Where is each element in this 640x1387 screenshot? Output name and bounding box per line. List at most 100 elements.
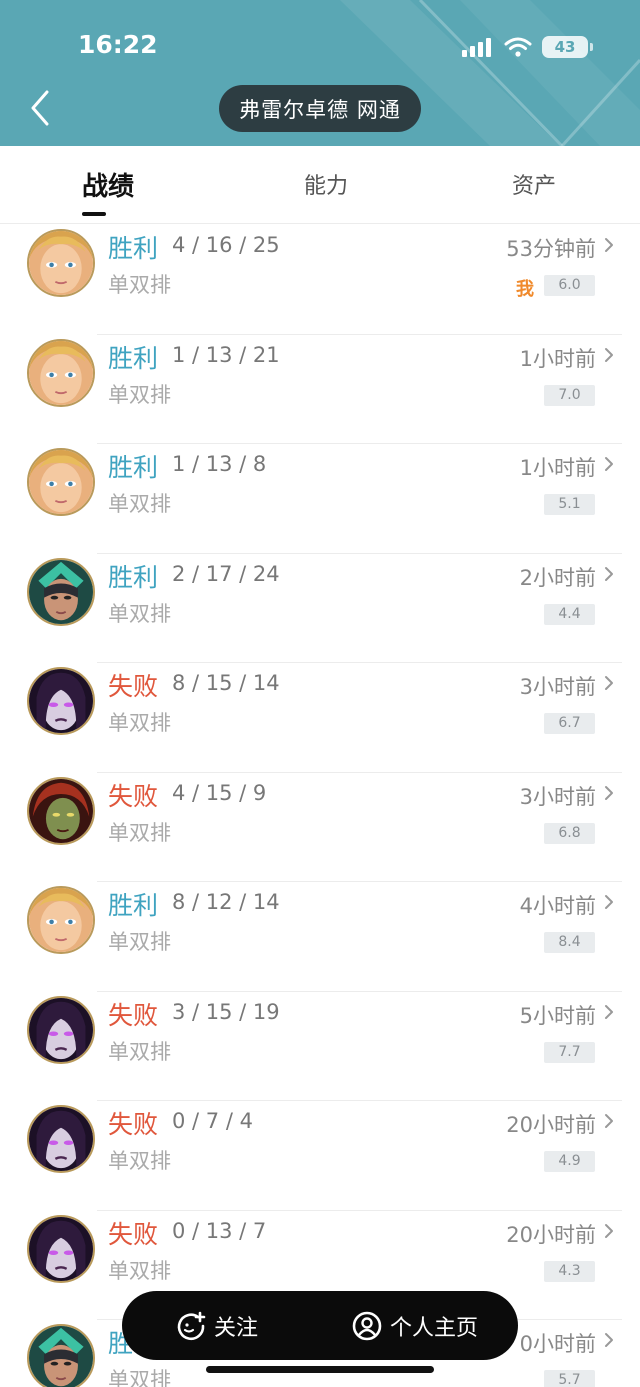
hero-avatar bbox=[27, 229, 95, 297]
match-score: 6.7 bbox=[544, 713, 595, 734]
profile-icon bbox=[352, 1311, 382, 1340]
blonde-hero-portrait bbox=[29, 231, 93, 295]
match-row[interactable]: 失败 4 / 15 / 9 单双排 3小时前 6.8 bbox=[0, 773, 640, 882]
profile-button[interactable]: 个人主页 bbox=[352, 1310, 478, 1342]
match-score: 6.8 bbox=[544, 822, 595, 844]
hero-avatar bbox=[27, 1105, 95, 1173]
match-mode: 单双排 bbox=[108, 492, 171, 516]
blonde-hero-portrait bbox=[29, 888, 93, 952]
match-time: 3小时前 bbox=[519, 675, 596, 699]
purple-hero-portrait bbox=[29, 669, 93, 733]
tab-assets[interactable]: 资产 bbox=[512, 168, 556, 200]
hero-avatar bbox=[27, 667, 95, 735]
chevron-right-icon bbox=[605, 1004, 613, 1019]
match-score: 7.0 bbox=[544, 384, 595, 406]
match-time: 1小时前 bbox=[519, 456, 596, 480]
match-kda: 8 / 15 / 14 bbox=[172, 671, 280, 695]
match-result: 胜利 bbox=[108, 562, 159, 592]
follow-label: 关注 bbox=[214, 1315, 259, 1341]
chevron-right-icon bbox=[605, 1333, 613, 1347]
match-kda: 1 / 13 / 8 bbox=[172, 452, 267, 476]
profile-label: 个人主页 bbox=[390, 1315, 479, 1341]
match-score: 7.7 bbox=[544, 1041, 595, 1063]
chevron-right-icon bbox=[605, 785, 613, 800]
match-kda: 3 / 15 / 19 bbox=[172, 999, 280, 1024]
match-result: 胜利 bbox=[108, 891, 159, 920]
server-title[interactable]: 弗雷尔卓德 网通 bbox=[219, 85, 421, 132]
battery-indicator: 43 bbox=[542, 36, 593, 58]
match-time: 3小时前 bbox=[519, 784, 596, 809]
wifi-icon bbox=[504, 37, 532, 57]
match-row[interactable]: 胜利 2 / 17 / 24 单双排 2小时前 4.4 bbox=[0, 554, 640, 663]
tab-active-indicator bbox=[82, 212, 106, 216]
blonde-hero-portrait bbox=[29, 450, 93, 514]
match-mode: 单双排 bbox=[108, 1258, 171, 1283]
hero-avatar bbox=[27, 886, 95, 954]
match-mode: 单双排 bbox=[108, 1149, 171, 1173]
match-score: 4.4 bbox=[544, 603, 595, 625]
match-time: 2小时前 bbox=[519, 565, 596, 590]
me-badge: 我 bbox=[516, 279, 534, 300]
red-hero-portrait bbox=[29, 778, 93, 843]
match-result: 失败 bbox=[108, 1000, 159, 1030]
blonde-hero-portrait bbox=[29, 340, 93, 405]
chevron-right-icon bbox=[605, 566, 613, 581]
follow-icon bbox=[177, 1311, 206, 1340]
hero-avatar bbox=[27, 1214, 95, 1283]
match-result: 失败 bbox=[108, 672, 159, 701]
match-score: 6.0 bbox=[544, 275, 595, 296]
match-time: 20小时前 bbox=[506, 1113, 596, 1137]
match-score: 8.4 bbox=[544, 932, 595, 953]
match-time: 5小时前 bbox=[519, 1003, 596, 1028]
match-result: 胜利 bbox=[108, 234, 159, 263]
follow-button[interactable]: 关注 bbox=[176, 1310, 258, 1342]
chevron-right-icon bbox=[605, 1114, 613, 1128]
match-mode: 单双排 bbox=[108, 601, 171, 626]
match-mode: 单双排 bbox=[108, 273, 171, 297]
tab-ability[interactable]: 能力 bbox=[304, 168, 348, 200]
match-row[interactable]: 胜利 1 / 13 / 8 单双排 1小时前 5.1 bbox=[0, 444, 640, 554]
match-kda: 0 / 13 / 7 bbox=[172, 1218, 267, 1243]
hero-avatar bbox=[27, 995, 95, 1064]
match-kda: 2 / 17 / 24 bbox=[172, 561, 280, 586]
status-time: 16:22 bbox=[78, 30, 158, 59]
match-row[interactable]: 失败 8 / 15 / 14 单双排 3小时前 6.7 bbox=[0, 663, 640, 773]
match-row[interactable]: 胜利 8 / 12 / 14 单双排 4小时前 8.4 bbox=[0, 882, 640, 992]
purple-hero-portrait bbox=[29, 1216, 93, 1281]
hero-avatar bbox=[27, 557, 95, 626]
tab-record[interactable]: 战绩 bbox=[82, 166, 134, 203]
tab-bar: 战绩 能力 资产 bbox=[0, 146, 640, 224]
match-mode: 单双排 bbox=[108, 820, 171, 845]
back-button[interactable] bbox=[20, 84, 60, 132]
teal-hero-portrait bbox=[29, 1326, 93, 1387]
chevron-right-icon bbox=[605, 457, 613, 471]
hero-avatar bbox=[27, 448, 95, 516]
status-icons: 43 bbox=[462, 36, 593, 58]
match-result: 失败 bbox=[108, 1219, 159, 1249]
chevron-right-icon bbox=[605, 238, 613, 252]
match-kda: 4 / 16 / 25 bbox=[172, 233, 280, 257]
match-kda: 8 / 12 / 14 bbox=[172, 890, 280, 914]
signal-icon bbox=[462, 38, 491, 57]
match-kda: 0 / 7 / 4 bbox=[172, 1109, 253, 1133]
chevron-right-icon bbox=[605, 1223, 613, 1238]
home-indicator bbox=[206, 1366, 434, 1373]
purple-hero-portrait bbox=[29, 997, 93, 1062]
match-time: 1小时前 bbox=[519, 346, 596, 371]
match-score: 4.3 bbox=[544, 1260, 595, 1282]
chevron-right-icon bbox=[605, 895, 613, 909]
match-mode: 单双排 bbox=[108, 1368, 171, 1387]
match-kda: 1 / 13 / 21 bbox=[172, 342, 280, 367]
hero-avatar bbox=[27, 1324, 95, 1387]
match-list: 胜利 4 / 16 / 25 单双排 53分钟前 我 6.0 胜利 1 / 13… bbox=[0, 225, 640, 1387]
teal-hero-portrait bbox=[29, 559, 93, 624]
chevron-right-icon bbox=[605, 347, 613, 362]
match-score: 5.7 bbox=[544, 1370, 595, 1387]
match-row[interactable]: 胜利 4 / 16 / 25 单双排 53分钟前 我 6.0 bbox=[0, 225, 640, 335]
match-time: 0小时前 bbox=[519, 1332, 596, 1356]
match-result: 失败 bbox=[108, 1110, 159, 1139]
match-score: 5.1 bbox=[544, 494, 595, 515]
match-row[interactable]: 胜利 1 / 13 / 21 单双排 1小时前 7.0 bbox=[0, 335, 640, 444]
match-row[interactable]: 失败 0 / 7 / 4 单双排 20小时前 4.9 bbox=[0, 1101, 640, 1211]
match-row[interactable]: 失败 3 / 15 / 19 单双排 5小时前 7.7 bbox=[0, 992, 640, 1101]
